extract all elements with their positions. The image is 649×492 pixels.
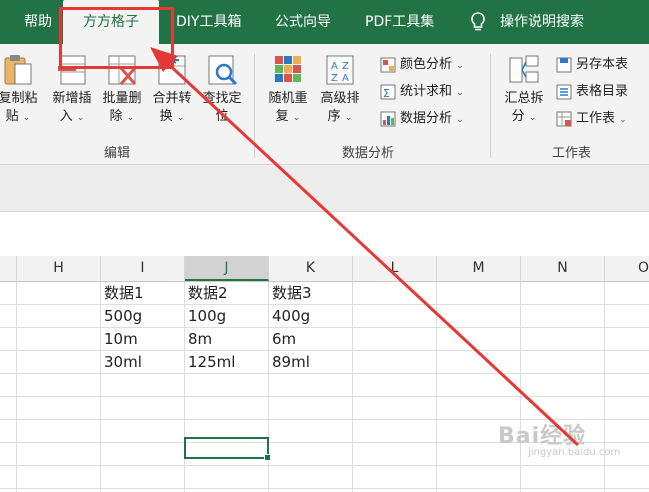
annotation-arrow-icon bbox=[150, 47, 580, 447]
